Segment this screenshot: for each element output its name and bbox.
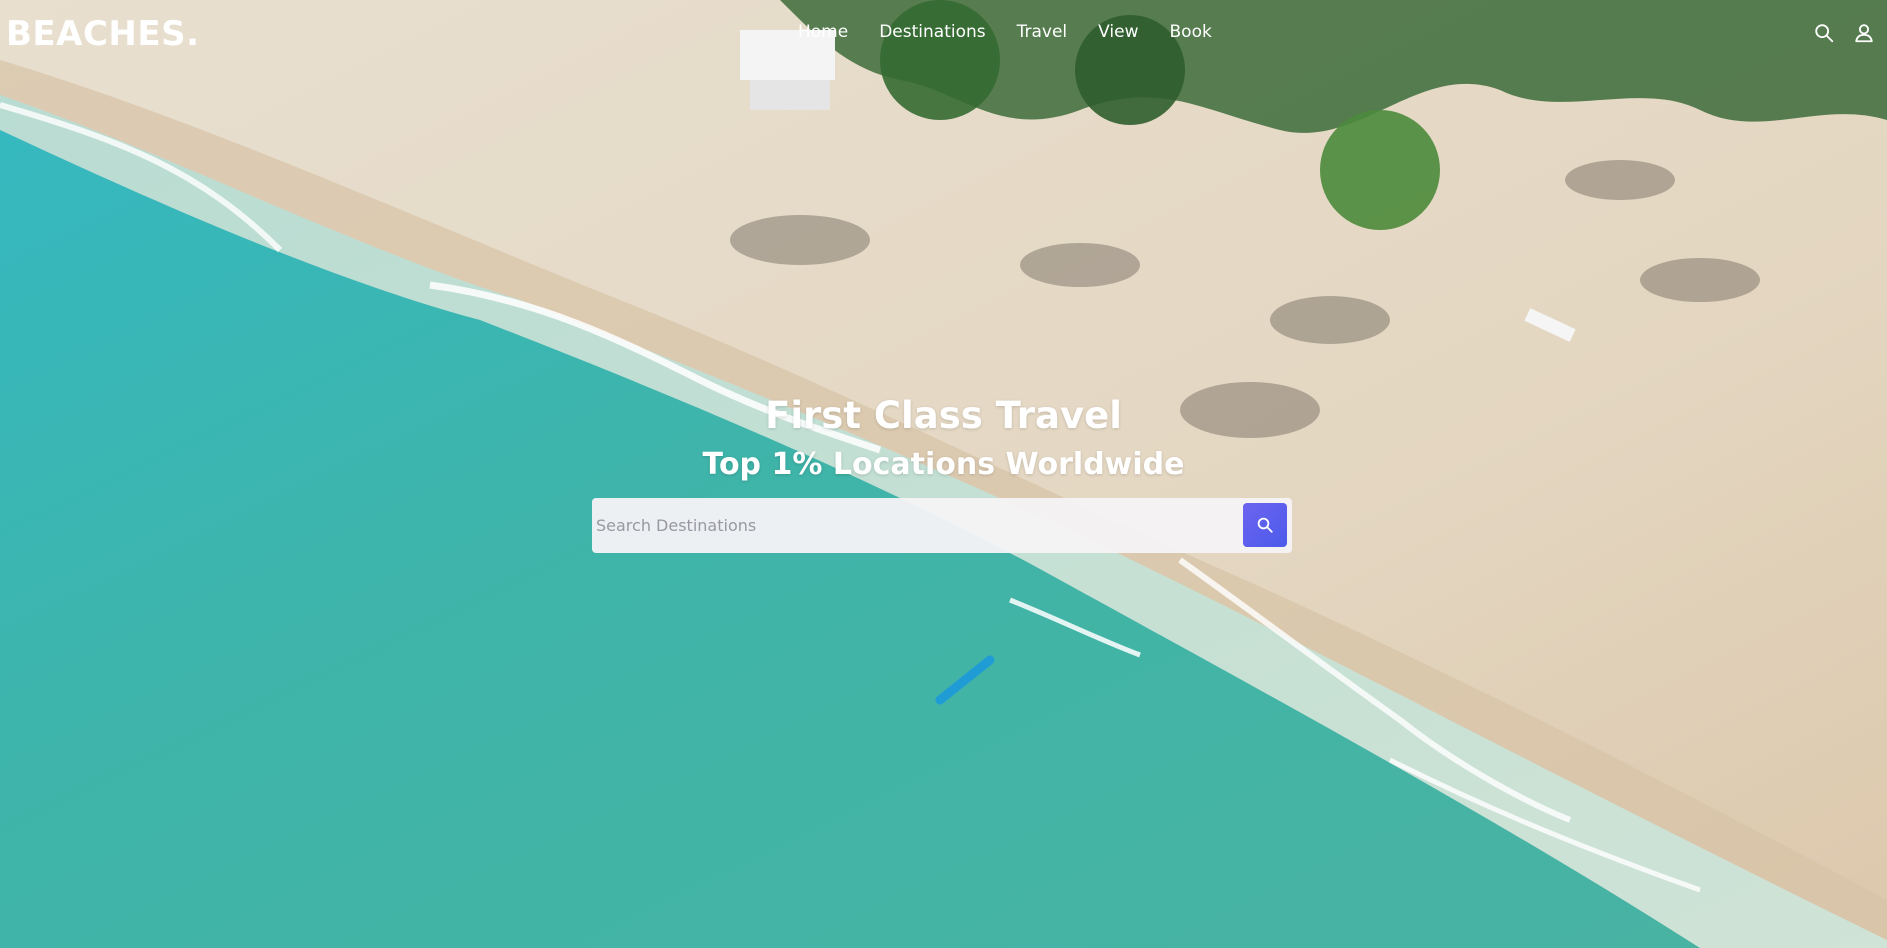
nav-link-book[interactable]: Book [1170, 22, 1212, 42]
user-icon[interactable] [1853, 22, 1875, 44]
hero-subtitle: Top 1% Locations Worldwide [702, 447, 1185, 482]
nav-link-home[interactable]: Home [798, 22, 848, 42]
top-navbar: BEACHES. Home Destinations Travel View B… [0, 0, 1887, 68]
main-nav: Home Destinations Travel View Book [798, 22, 1243, 42]
hero-title: First Class Travel [765, 394, 1122, 437]
nav-link-travel[interactable]: Travel [1017, 22, 1068, 42]
brand-logo[interactable]: BEACHES. [6, 14, 200, 54]
nav-link-view[interactable]: View [1098, 22, 1138, 42]
nav-icon-group [1813, 22, 1875, 44]
search-input[interactable] [596, 498, 1226, 553]
search-icon [1257, 517, 1273, 533]
hero-section: BEACHES. Home Destinations Travel View B… [0, 0, 1887, 948]
search-icon[interactable] [1813, 22, 1835, 44]
search-bar [592, 498, 1292, 553]
nav-link-destinations[interactable]: Destinations [879, 22, 985, 42]
search-button[interactable] [1243, 503, 1287, 547]
